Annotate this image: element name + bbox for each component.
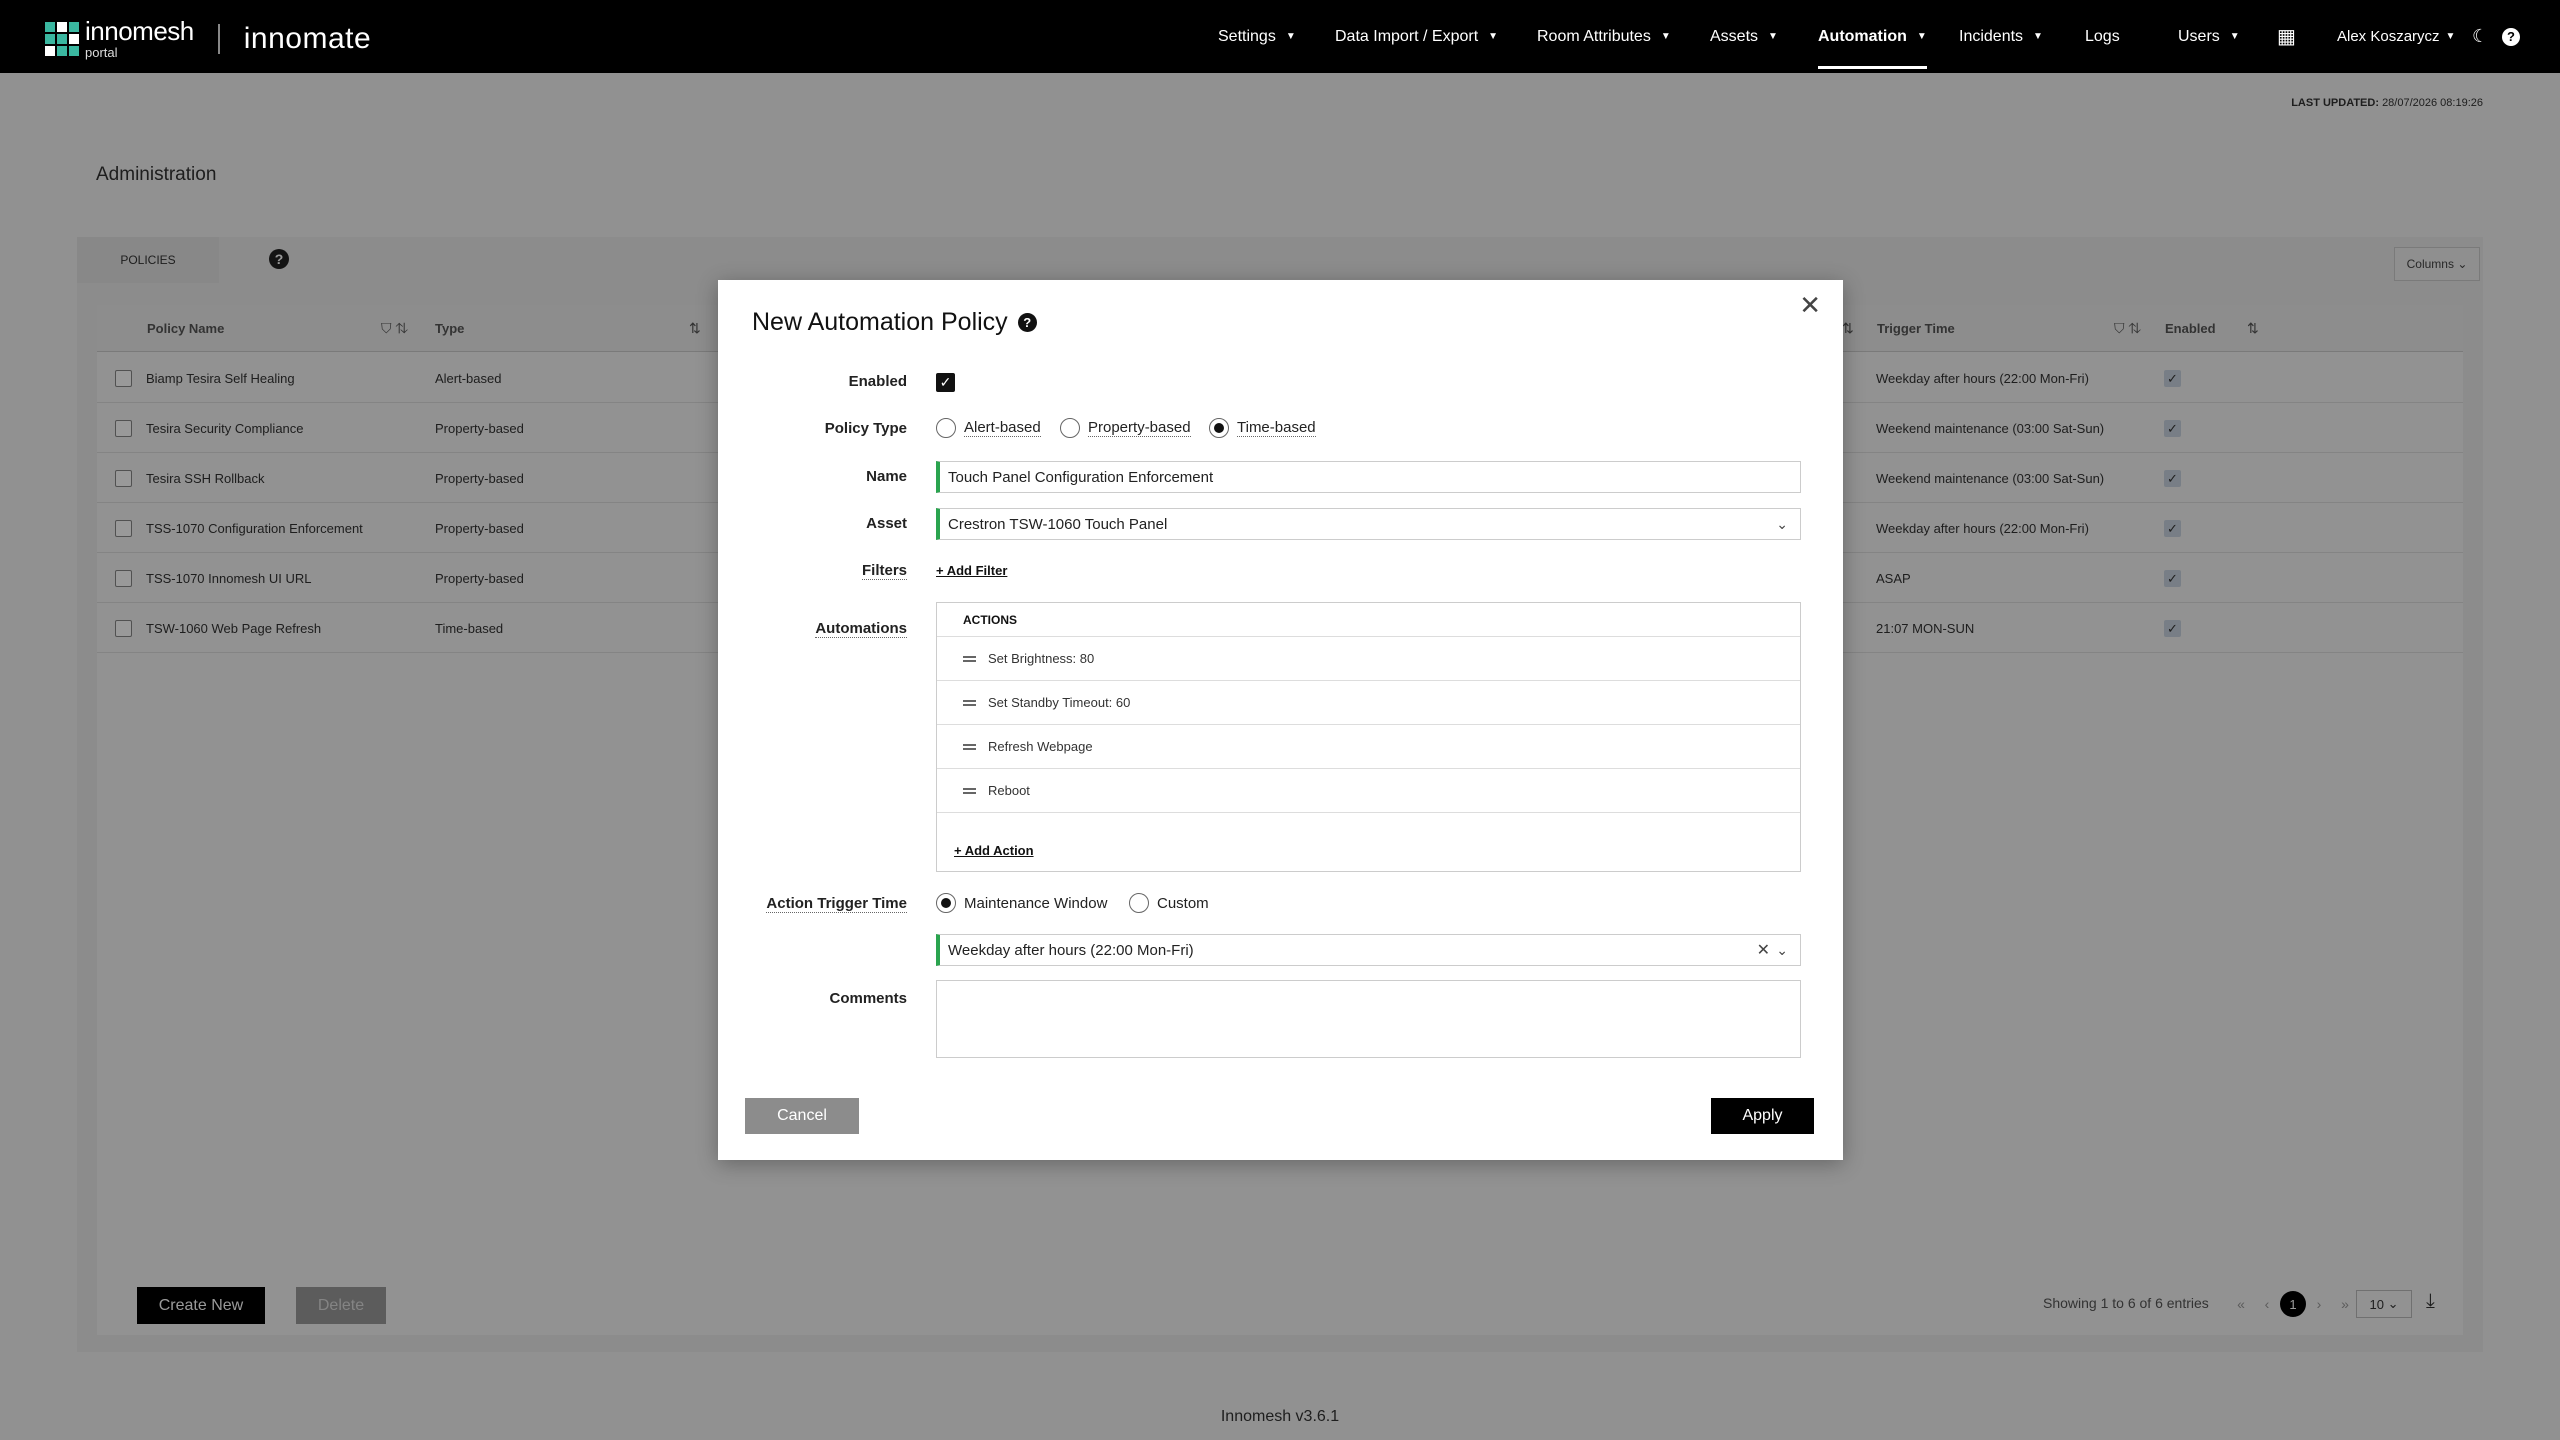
- name-input[interactable]: Touch Panel Configuration Enforcement: [936, 461, 1801, 493]
- chevron-down-icon: ▼: [1285, 31, 1296, 42]
- nav-room-attributes[interactable]: Room Attributes ▼: [1537, 0, 1671, 73]
- action-item[interactable]: Reboot: [937, 769, 1800, 813]
- radio-circle: [1129, 893, 1149, 913]
- innomesh-logo-icon: [45, 21, 79, 56]
- drag-handle-icon[interactable]: [963, 787, 976, 794]
- chevron-down-icon: ▼: [2229, 31, 2240, 42]
- radio-property-based[interactable]: Property-based: [1060, 418, 1191, 438]
- logo-divider: [217, 23, 220, 54]
- radio-custom[interactable]: Custom: [1129, 893, 1209, 913]
- apply-button[interactable]: Apply: [1711, 1098, 1814, 1134]
- label-comments: Comments: [829, 990, 907, 1007]
- actions-list: ACTIONS Set Brightness: 80 Set Standby T…: [936, 602, 1801, 872]
- cancel-button[interactable]: Cancel: [745, 1098, 859, 1134]
- radio-circle: [1060, 418, 1080, 438]
- nav-data-import-export[interactable]: Data Import / Export ▼: [1335, 0, 1498, 73]
- chevron-down-icon: ▼: [1768, 31, 1778, 42]
- nav-automation[interactable]: Automation ▼: [1818, 0, 1927, 73]
- user-menu[interactable]: Alex Koszarycz ▼: [2337, 0, 2455, 73]
- radio-time-based[interactable]: Time-based: [1209, 418, 1316, 438]
- nav-settings[interactable]: Settings ▼: [1218, 0, 1296, 73]
- label-automations: Automations: [815, 620, 907, 638]
- brand-portal: portal: [85, 45, 118, 60]
- nav-logs[interactable]: Logs: [2085, 0, 2120, 73]
- close-icon[interactable]: ✕: [1799, 290, 1821, 321]
- brand-innomesh: innomesh: [85, 16, 194, 46]
- asset-select[interactable]: Crestron TSW-1060 Touch Panel ⌄: [936, 508, 1801, 540]
- radio-alert-based[interactable]: Alert-based: [936, 418, 1041, 438]
- clear-icon[interactable]: ✕: [1757, 940, 1770, 960]
- maintenance-window-select[interactable]: Weekday after hours (22:00 Mon-Fri) ✕ ⌄: [936, 934, 1801, 966]
- label-action-trigger-time: Action Trigger Time: [766, 895, 907, 913]
- radio-circle-selected: [936, 893, 956, 913]
- action-item[interactable]: Set Brightness: 80: [937, 637, 1800, 681]
- radio-circle: [936, 418, 956, 438]
- dialog-title: New Automation Policy?: [752, 308, 1037, 337]
- action-item[interactable]: Set Standby Timeout: 60: [937, 681, 1800, 725]
- chevron-down-icon: ⌄: [1776, 941, 1788, 958]
- drag-handle-icon[interactable]: [963, 655, 976, 662]
- dark-mode-moon-icon[interactable]: ☾: [2472, 0, 2488, 73]
- apps-grid-icon[interactable]: ▦: [2277, 0, 2296, 73]
- label-enabled: Enabled: [848, 373, 907, 390]
- radio-maintenance-window[interactable]: Maintenance Window: [936, 893, 1107, 913]
- chevron-down-icon: ▼: [2445, 31, 2456, 42]
- chevron-down-icon: ▼: [1916, 31, 1927, 42]
- nav-assets[interactable]: Assets ▼: [1710, 0, 1778, 73]
- brand-innomate: innomate: [243, 21, 372, 55]
- radio-circle-selected: [1209, 418, 1229, 438]
- chevron-down-icon: ▼: [1488, 31, 1499, 42]
- label-name: Name: [866, 468, 907, 485]
- new-automation-policy-dialog: New Automation Policy? ✕ Enabled ✓ Polic…: [718, 280, 1843, 1160]
- drag-handle-icon[interactable]: [963, 699, 976, 706]
- nav-incidents[interactable]: Incidents ▼: [1959, 0, 2043, 73]
- add-action-link[interactable]: + Add Action: [954, 843, 1034, 858]
- chevron-down-icon: ⌄: [1776, 515, 1788, 532]
- action-item[interactable]: Refresh Webpage: [937, 725, 1800, 769]
- nav-users[interactable]: Users ▼: [2178, 0, 2240, 73]
- label-asset: Asset: [866, 515, 907, 532]
- help-icon[interactable]: ?: [2502, 0, 2520, 73]
- label-policy-type: Policy Type: [824, 420, 907, 437]
- drag-handle-icon[interactable]: [963, 743, 976, 750]
- help-icon[interactable]: ?: [1017, 313, 1037, 332]
- chevron-down-icon: ▼: [2033, 31, 2043, 42]
- label-filters: Filters: [861, 562, 907, 580]
- comments-textarea[interactable]: [936, 980, 1801, 1058]
- chevron-down-icon: ▼: [1660, 31, 1671, 42]
- add-filter-link[interactable]: + Add Filter: [936, 563, 1007, 578]
- enabled-checkbox[interactable]: ✓: [936, 373, 955, 392]
- innomesh-logo[interactable]: innomesh portal innomate: [45, 18, 371, 59]
- actions-header: ACTIONS: [937, 603, 1800, 637]
- top-navbar: innomesh portal innomate Settings ▼ Data …: [0, 0, 2560, 73]
